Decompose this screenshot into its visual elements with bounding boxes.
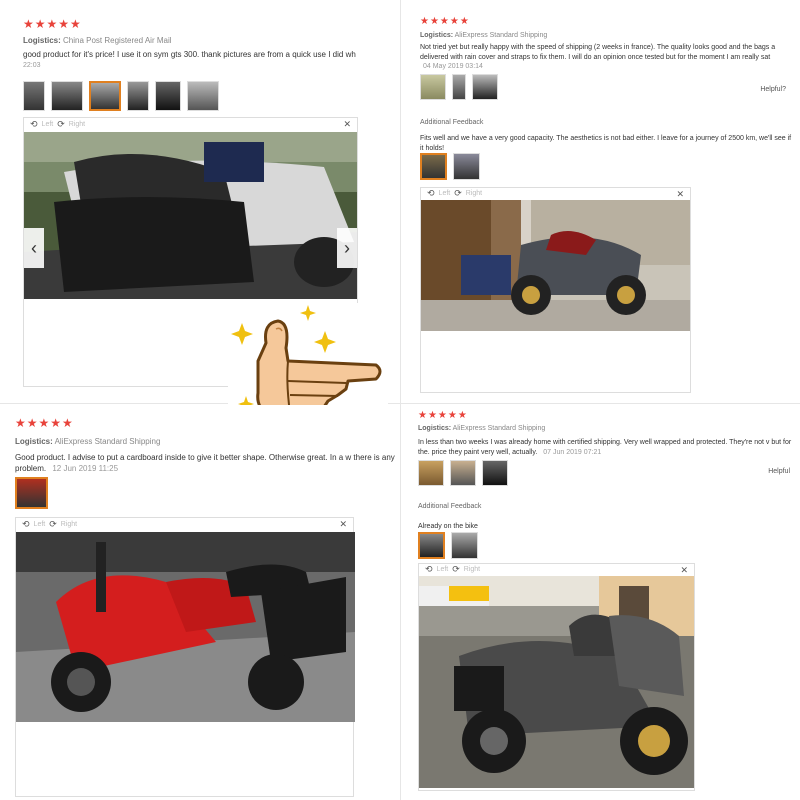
photo-thumbnails — [420, 74, 798, 100]
logistics-label: Logistics: — [15, 437, 53, 446]
photo-thumbnails — [23, 81, 395, 111]
rating-stars: ★★★★★ — [420, 16, 470, 27]
logistics-value: AliExpress Standard Shipping — [54, 437, 161, 446]
rotate-left-icon[interactable]: ⟲ — [427, 188, 435, 199]
close-icon[interactable]: ✕ — [343, 119, 351, 130]
logistics-label: Logistics: — [418, 425, 452, 432]
close-icon[interactable]: ✕ — [676, 189, 684, 200]
review-text: good product for it's price! I use it on… — [23, 49, 395, 60]
photo-thumbnails — [15, 477, 395, 509]
rotate-right-icon[interactable]: ⟳ — [57, 119, 65, 130]
logistics-label: Logistics: — [420, 32, 454, 39]
photo-thumbnail[interactable] — [482, 460, 508, 486]
photo-viewer: ⟲ Left ⟳ Right ✕ — [15, 517, 355, 797]
rotate-left-label[interactable]: Left — [437, 566, 449, 573]
review-body: In less than two weeks I was already hom… — [418, 439, 792, 456]
divider-vertical — [400, 0, 401, 800]
rating-stars: ★★★★★ — [15, 416, 74, 430]
helpful-button[interactable]: Helpful? — [760, 86, 786, 93]
rotate-left-icon[interactable]: ⟲ — [30, 119, 38, 130]
rotate-left-icon[interactable]: ⟲ — [425, 564, 433, 575]
photo-viewer: ⟲ Left ⟳ Right ✕ — [418, 563, 695, 791]
review-text: Not tried yet but really happy with the … — [420, 43, 798, 63]
logistics-label: Logistics: — [23, 36, 61, 45]
additional-feedback-label: Additional Feedback — [420, 119, 484, 126]
photo-thumbnail[interactable] — [453, 153, 480, 180]
review-body: Not tried yet but really happy with the … — [420, 44, 776, 61]
review-photo — [419, 576, 694, 788]
review-photo — [16, 532, 355, 722]
rotate-left-label[interactable]: Left — [34, 521, 46, 528]
photo-thumbnail[interactable] — [420, 74, 446, 100]
photo-thumbnail[interactable] — [451, 532, 478, 559]
review-date: 07 Jun 2019 07:21 — [543, 449, 602, 456]
viewer-toolbar: ⟲ Left ⟳ Right ✕ — [419, 564, 694, 575]
review-date: 22:03 — [23, 62, 41, 69]
photo-thumbnail[interactable] — [450, 460, 476, 486]
viewer-toolbar: ⟲ Left ⟳ Right ✕ — [24, 118, 357, 131]
review-card-3: ★★★★★ Logistics: AliExpress Standard Shi… — [0, 405, 398, 800]
photo-thumbnail[interactable] — [418, 460, 444, 486]
rotate-right-label[interactable]: Right — [61, 521, 77, 528]
photo-thumbnail[interactable] — [23, 81, 45, 111]
helpful-button[interactable]: Helpful — [768, 468, 790, 475]
rating-stars: ★★★★★ — [23, 17, 82, 31]
photo-thumbnail-selected[interactable] — [89, 81, 121, 111]
rotate-left-icon[interactable]: ⟲ — [22, 519, 30, 530]
review-card-4: ★★★★★ Logistics: AliExpress Standard Shi… — [402, 405, 800, 800]
rotate-right-icon[interactable]: ⟳ — [49, 519, 57, 530]
additional-feedback-text: Already on the bike — [418, 523, 478, 530]
rotate-right-label[interactable]: Right — [464, 566, 480, 573]
review-body: good product for it's price! I use it on… — [23, 50, 356, 59]
viewer-toolbar: ⟲ Left ⟳ Right ✕ — [421, 188, 690, 199]
prev-photo-button[interactable]: ‹ — [24, 228, 44, 268]
chevron-right-icon: › — [344, 237, 350, 258]
photo-thumbnail[interactable] — [187, 81, 219, 111]
viewer-toolbar: ⟲ Left ⟳ Right ✕ — [16, 518, 353, 530]
review-text: In less than two weeks I was already hom… — [418, 438, 798, 458]
review-collage: ★★★★★ Logistics: China Post Registered A… — [0, 0, 800, 800]
additional-feedback-text: Fits well and we have a very good capaci… — [420, 135, 792, 152]
photo-thumbnail[interactable] — [51, 81, 83, 111]
rotate-right-icon[interactable]: ⟳ — [452, 564, 460, 575]
close-icon[interactable]: ✕ — [680, 565, 688, 576]
review-photo — [421, 200, 690, 331]
photo-thumbnail-selected[interactable] — [15, 477, 48, 509]
chevron-left-icon: ‹ — [31, 237, 37, 258]
rating-stars: ★★★★★ — [418, 410, 468, 421]
review-photo — [24, 132, 357, 299]
rotate-right-label[interactable]: Right — [466, 190, 482, 197]
review-text: Good product. I advise to put a cardboar… — [15, 452, 395, 474]
photo-thumbnail[interactable] — [127, 81, 149, 111]
photo-thumbnail-selected[interactable] — [418, 532, 445, 559]
additional-photo-thumbnails — [418, 532, 478, 559]
rotate-left-label[interactable]: Left — [42, 121, 54, 128]
additional-photo-thumbnails — [420, 153, 480, 180]
photo-thumbnail[interactable] — [155, 81, 181, 111]
review-date: 12 Jun 2019 11:25 — [52, 464, 119, 473]
rotate-right-icon[interactable]: ⟳ — [454, 188, 462, 199]
next-photo-button[interactable]: › — [337, 228, 357, 268]
photo-thumbnail[interactable] — [452, 74, 466, 100]
review-date: 04 May 2019 03:14 — [423, 63, 483, 70]
additional-feedback-label: Additional Feedback — [418, 503, 482, 510]
rotate-right-label[interactable]: Right — [69, 121, 85, 128]
photo-thumbnails — [418, 460, 798, 486]
close-icon[interactable]: ✕ — [339, 519, 347, 530]
logistics-value: AliExpress Standard Shipping — [454, 32, 548, 39]
logistics-line: Logistics: AliExpress Standard Shipping — [420, 32, 798, 39]
photo-thumbnail-selected[interactable] — [420, 153, 447, 180]
logistics-value: AliExpress Standard Shipping — [452, 425, 546, 432]
photo-thumbnail[interactable] — [472, 74, 498, 100]
logistics-value: China Post Registered Air Mail — [63, 36, 172, 45]
review-card-2: ★★★★★ Logistics: AliExpress Standard Shi… — [402, 0, 800, 400]
rotate-left-label[interactable]: Left — [439, 190, 451, 197]
photo-viewer: ⟲ Left ⟳ Right ✕ — [420, 187, 691, 393]
logistics-line: Logistics: China Post Registered Air Mai… — [23, 36, 395, 45]
divider-horizontal — [0, 403, 800, 404]
logistics-line: Logistics: AliExpress Standard Shipping — [15, 437, 395, 446]
logistics-line: Logistics: AliExpress Standard Shipping — [418, 425, 798, 432]
